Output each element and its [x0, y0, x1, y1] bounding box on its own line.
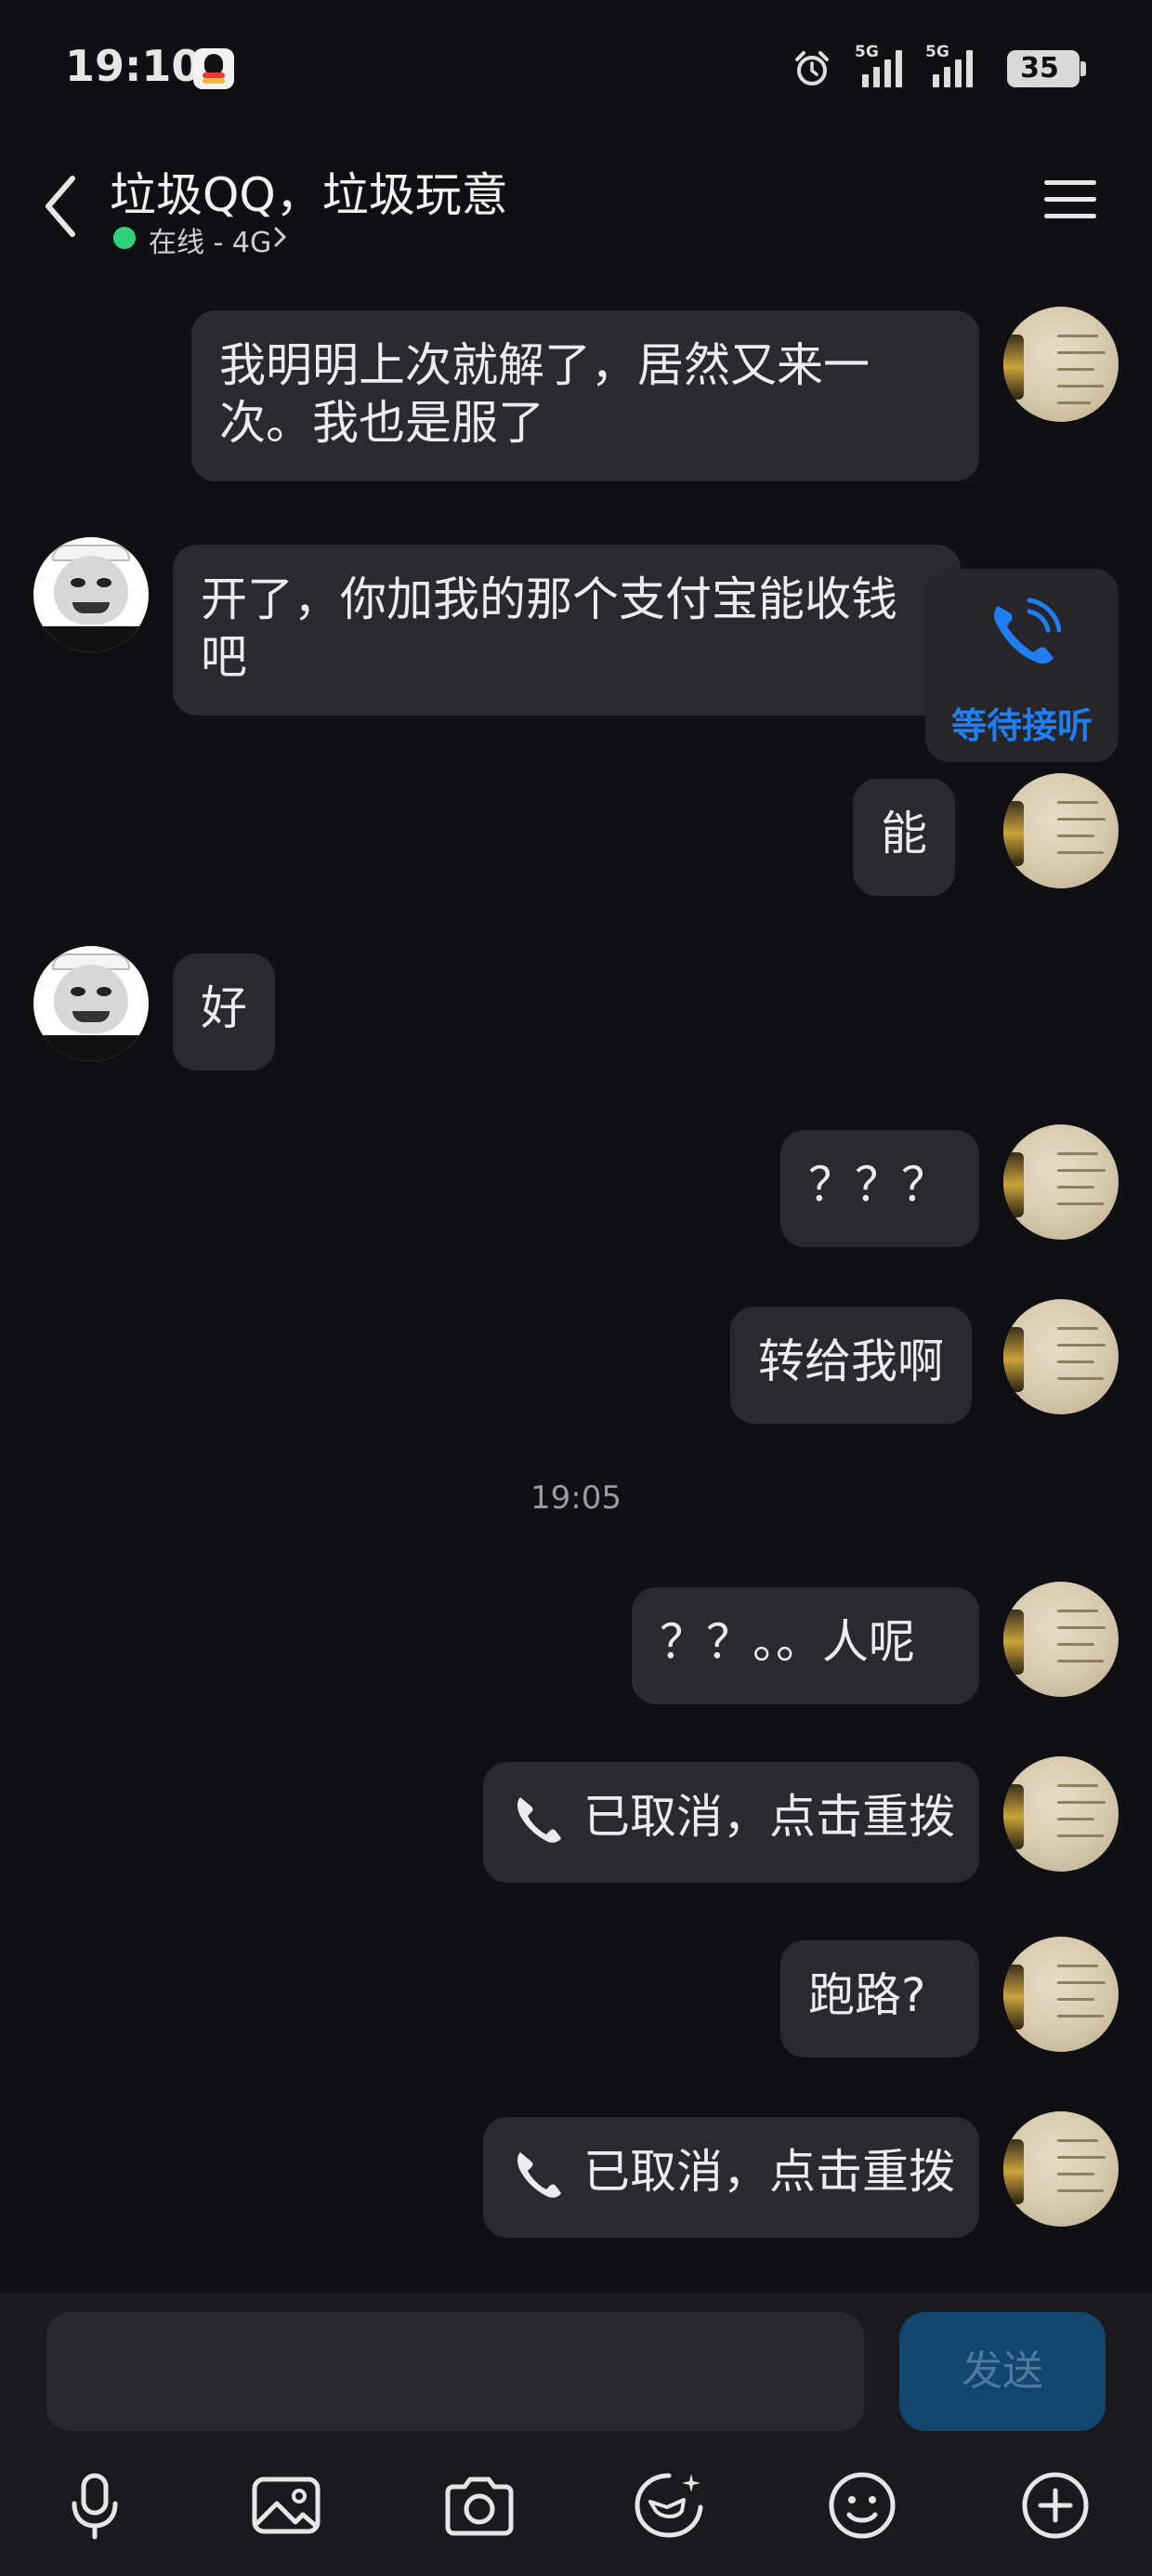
phone-icon	[517, 1797, 561, 1843]
qq-notification-icon	[193, 48, 234, 89]
time-separator: 19:05	[530, 1479, 622, 1517]
message-bubble[interactable]: 转给我啊	[730, 1307, 972, 1424]
call-record-bubble[interactable]: 已取消，点击重拨	[483, 1762, 979, 1883]
composer-bar: 发送	[0, 2293, 1152, 2576]
camera-icon[interactable]	[440, 2466, 518, 2544]
message-row: 我明明上次就解了，居然又来一次。我也是服了	[0, 307, 1152, 493]
menu-icon[interactable]	[1044, 177, 1096, 223]
message-row: 转给我啊	[0, 1297, 1152, 1427]
avatar[interactable]	[1003, 1937, 1119, 2052]
avatar[interactable]	[1003, 1582, 1119, 1697]
waiting-call-label: 等待接听	[950, 705, 1093, 746]
emoji-icon[interactable]	[823, 2466, 901, 2544]
back-arrow-icon[interactable]	[37, 169, 84, 243]
waiting-call-card[interactable]: 等待接听	[925, 569, 1119, 762]
avatar[interactable]	[33, 946, 149, 1061]
message-bubble[interactable]: 我明明上次就解了，居然又来一次。我也是服了	[191, 310, 979, 481]
avatar[interactable]	[1003, 1299, 1119, 1414]
microphone-icon[interactable]	[56, 2466, 134, 2544]
message-row: ？？。。人呢	[0, 1580, 1152, 1710]
message-bubble[interactable]: 开了，你加我的那个支付宝能收钱吧	[173, 545, 961, 716]
message-bubble[interactable]: 跑路?	[780, 1940, 979, 2057]
contact-name[interactable]: 垃圾QQ，垃圾玩意	[110, 158, 508, 225]
sticker-icon[interactable]	[630, 2466, 708, 2544]
message-bubble[interactable]: ？？。。人呢	[632, 1587, 979, 1704]
chevron-right-icon[interactable]	[271, 221, 290, 253]
message-bubble[interactable]: 好	[173, 953, 275, 1071]
message-row: 好	[0, 944, 1152, 1074]
message-row: ？？？	[0, 1123, 1152, 1253]
cellular-signal-icon: 5G	[855, 43, 905, 89]
call-record-text: 已取消，点击重拨	[583, 1790, 955, 1844]
status-time: 19:10	[65, 41, 202, 91]
status-bar: 19:10 5G 5G 35	[0, 0, 1152, 139]
avatar[interactable]	[1003, 1756, 1119, 1872]
message-row: 已取消，点击重拨	[0, 2111, 1152, 2241]
message-bubble[interactable]: 能	[853, 779, 955, 896]
message-bubble[interactable]: ？？？	[780, 1130, 979, 1247]
battery-icon: 35	[1007, 50, 1086, 87]
avatar[interactable]	[1003, 1124, 1119, 1240]
message-row: 已取消，点击重拨	[0, 1756, 1152, 1886]
send-button[interactable]: 发送	[899, 2312, 1106, 2431]
call-record-bubble[interactable]: 已取消，点击重拨	[483, 2117, 979, 2238]
message-row: 能	[0, 771, 1152, 901]
plus-icon[interactable]	[1016, 2466, 1094, 2544]
image-icon[interactable]	[247, 2466, 325, 2544]
online-status-dot	[113, 227, 136, 249]
chat-header: 垃圾QQ，垃圾玩意 在线 - 4G	[0, 139, 1152, 269]
chat-screen: 19:10 5G 5G 35 垃圾QQ，垃圾玩意 在线 - 4G 我明明上次就解…	[0, 0, 1152, 2576]
online-status-text[interactable]: 在线 - 4G	[149, 219, 271, 260]
alarm-icon	[795, 51, 829, 85]
avatar[interactable]	[33, 537, 149, 652]
avatar[interactable]	[1003, 773, 1119, 888]
message-row: 跑路?	[0, 1937, 1152, 2067]
cellular-signal-icon: 5G	[925, 43, 975, 89]
call-record-text: 已取消，点击重拨	[583, 2145, 955, 2199]
avatar[interactable]	[1003, 307, 1119, 422]
message-input[interactable]	[46, 2312, 864, 2431]
phone-icon	[517, 2152, 561, 2198]
battery-level: 35	[1020, 52, 1059, 85]
phone-icon	[994, 598, 1061, 664]
avatar[interactable]	[1003, 2111, 1119, 2227]
